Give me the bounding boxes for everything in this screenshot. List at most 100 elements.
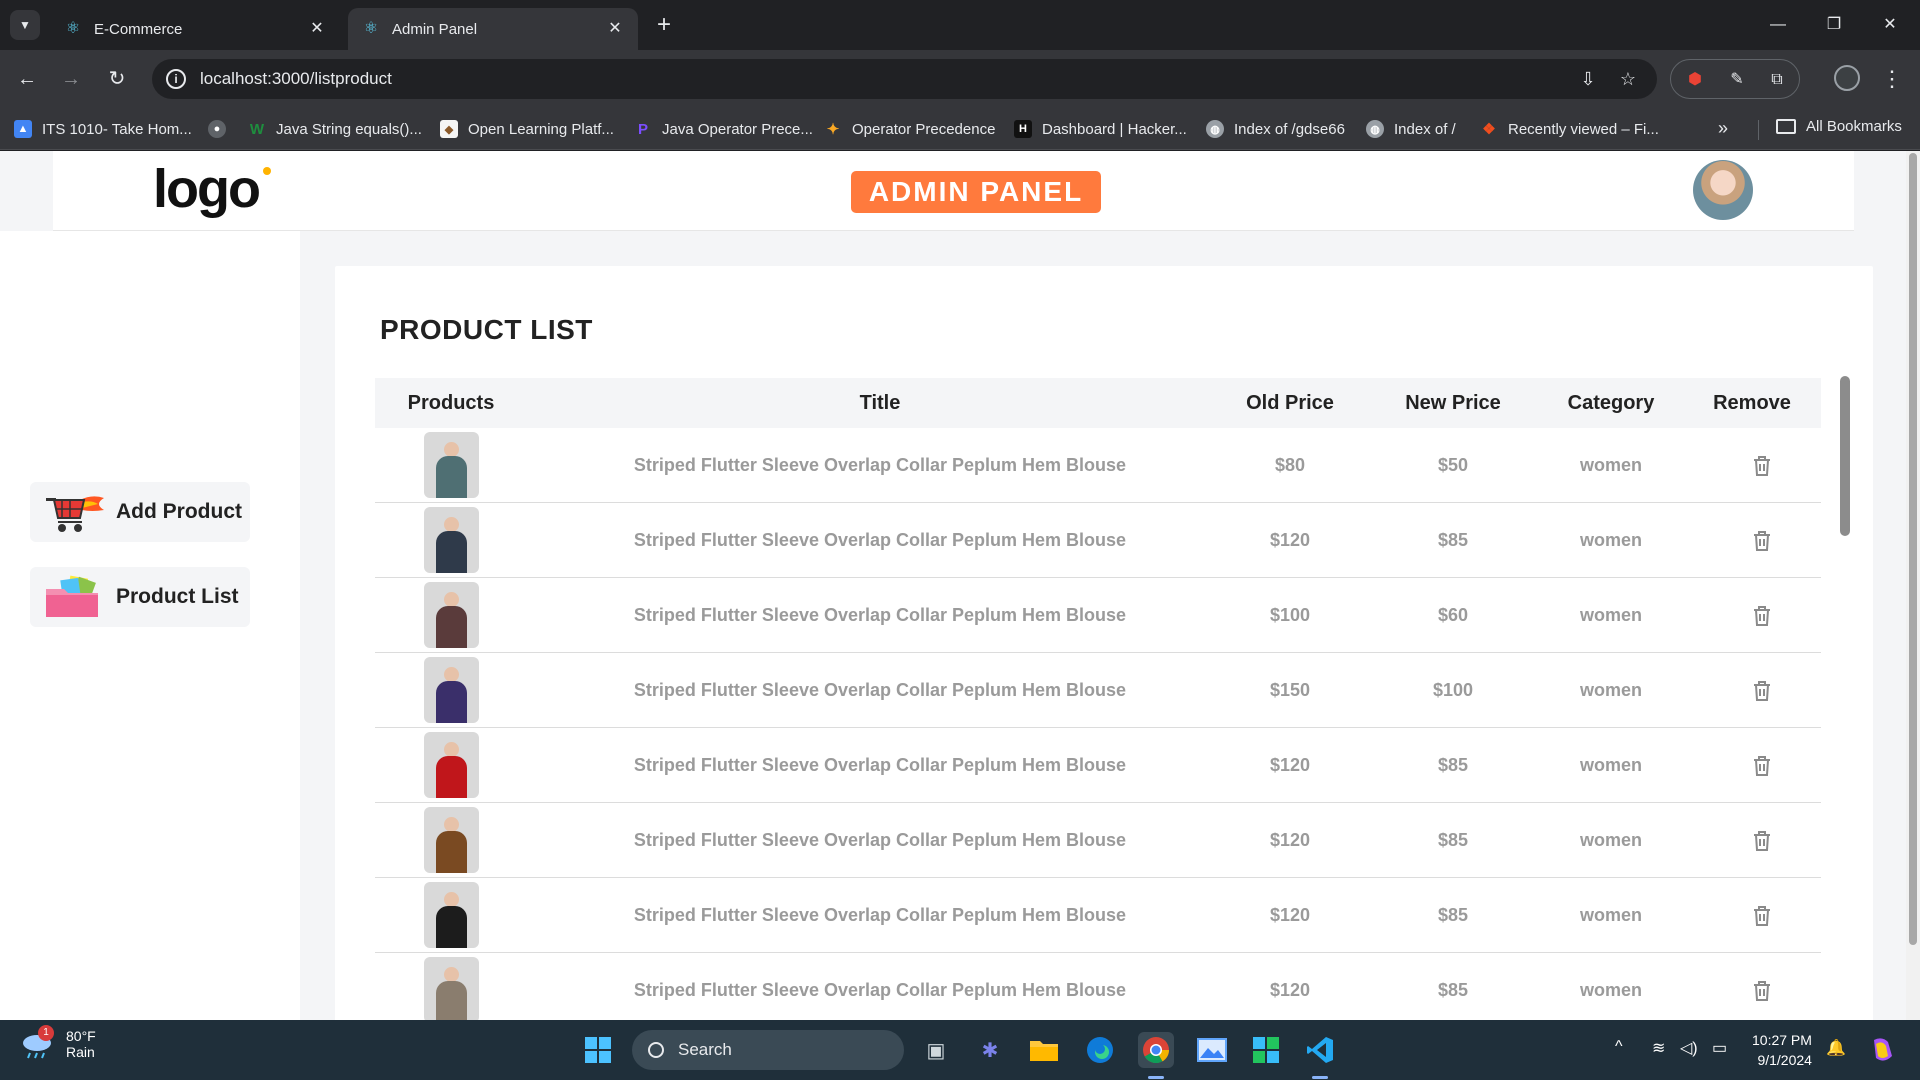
adblock-extension-icon[interactable]: ⬢ bbox=[1683, 68, 1707, 92]
tab-close-icon[interactable]: ✕ bbox=[606, 20, 624, 38]
bookmark-item[interactable]: ▲ ITS 1010- Take Hom... bbox=[14, 118, 192, 140]
bookmark-item[interactable]: ◍ Index of / bbox=[1366, 118, 1456, 140]
bookmark-star-icon[interactable]: ☆ bbox=[1617, 68, 1639, 90]
bookmark-item[interactable]: ● bbox=[208, 118, 236, 140]
system-clock[interactable]: 10:27 PM 9/1/2024 bbox=[1752, 1030, 1812, 1070]
product-old-price: $80 bbox=[1274, 455, 1306, 475]
task-view-icon[interactable]: ▣ bbox=[918, 1032, 954, 1068]
all-bookmarks-button[interactable]: All Bookmarks bbox=[1776, 118, 1902, 135]
bookmark-item[interactable]: ◆ Open Learning Platf... bbox=[440, 118, 614, 140]
admin-panel-badge: ADMIN PANEL bbox=[851, 171, 1101, 213]
sidebar-item-label: Add Product bbox=[116, 500, 242, 523]
github-bookmark-icon: ● bbox=[208, 120, 226, 138]
back-arrow-icon[interactable]: ← bbox=[12, 64, 42, 94]
product-thumbnail bbox=[424, 882, 479, 948]
page-scrollbar-thumb[interactable] bbox=[1909, 153, 1917, 945]
edge-browser-icon[interactable] bbox=[1082, 1032, 1118, 1068]
table-header: Products Title Old Price New Price Categ… bbox=[375, 378, 1821, 428]
tray-overflow-chevron-icon[interactable]: ^ bbox=[1615, 1038, 1623, 1056]
chrome-browser-icon[interactable] bbox=[1138, 1032, 1174, 1068]
model-head-shape bbox=[444, 817, 459, 832]
model-head-shape bbox=[444, 667, 459, 682]
sidebar-item-add-product[interactable]: Add Product bbox=[30, 482, 250, 542]
product-table-body: Striped Flutter Sleeve Overlap Collar Pe… bbox=[375, 428, 1821, 1020]
forward-arrow-icon[interactable]: → bbox=[56, 64, 86, 94]
table-row: Striped Flutter Sleeve Overlap Collar Pe… bbox=[375, 578, 1821, 653]
new-tab-plus-icon[interactable]: + bbox=[650, 12, 678, 40]
hackerrank-bookmark-icon: H bbox=[1014, 120, 1032, 138]
url-text[interactable]: localhost:3000/listproduct bbox=[200, 69, 392, 89]
vscode-active-indicator bbox=[1312, 1076, 1328, 1079]
model-body-shape bbox=[436, 981, 467, 1020]
weather-widget[interactable]: 1 80°F Rain bbox=[20, 1025, 96, 1060]
product-title: Striped Flutter Sleeve Overlap Collar Pe… bbox=[633, 905, 1127, 925]
column-header-new-price: New Price bbox=[1405, 392, 1501, 414]
extensions-puzzle-icon[interactable]: ⧉ bbox=[1765, 68, 1789, 92]
bookmark-item[interactable]: W Java String equals()... bbox=[248, 118, 422, 140]
address-bar[interactable]: i localhost:3000/listproduct ⇩ ☆ bbox=[152, 59, 1657, 99]
reload-icon[interactable]: ↻ bbox=[102, 64, 132, 94]
restore-icon[interactable]: ❐ bbox=[1814, 8, 1854, 42]
site-logo[interactable]: logo bbox=[153, 159, 271, 219]
learning-bookmark-icon: ◆ bbox=[440, 120, 458, 138]
product-new-price: $50 bbox=[1437, 455, 1469, 475]
page-title: PRODUCT LIST bbox=[380, 314, 593, 345]
tab-admin-panel[interactable]: ⚛ Admin Panel ✕ bbox=[348, 8, 638, 50]
app-grid-icon[interactable] bbox=[1248, 1032, 1284, 1068]
remove-trash-icon[interactable] bbox=[1750, 679, 1774, 703]
remove-trash-icon[interactable] bbox=[1750, 904, 1774, 928]
remove-trash-icon[interactable] bbox=[1750, 454, 1774, 478]
remove-trash-icon[interactable] bbox=[1750, 979, 1774, 1003]
volume-icon[interactable]: ◁) bbox=[1680, 1038, 1698, 1058]
minimize-icon[interactable]: — bbox=[1758, 8, 1798, 42]
copilot-icon[interactable] bbox=[1864, 1032, 1900, 1068]
column-header-category: Category bbox=[1567, 392, 1655, 414]
bookmark-item[interactable]: ◍ Index of /gdse66 bbox=[1206, 118, 1345, 140]
logo-text: logo bbox=[153, 159, 261, 219]
user-avatar[interactable] bbox=[1693, 160, 1753, 220]
windows-start-icon[interactable] bbox=[580, 1032, 616, 1068]
sidebar-item-product-list[interactable]: Product List bbox=[30, 567, 250, 627]
site-info-icon[interactable]: i bbox=[166, 69, 186, 89]
remove-trash-icon[interactable] bbox=[1750, 754, 1774, 778]
remove-trash-icon[interactable] bbox=[1750, 829, 1774, 853]
remove-trash-icon[interactable] bbox=[1750, 604, 1774, 628]
bookmark-item[interactable]: P Java Operator Prece... bbox=[634, 118, 813, 140]
install-app-icon[interactable]: ⇩ bbox=[1577, 68, 1599, 90]
remove-trash-icon[interactable] bbox=[1750, 529, 1774, 553]
bookmark-item[interactable]: ❖ Recently viewed – Fi... bbox=[1480, 118, 1659, 140]
product-category: women bbox=[1579, 605, 1642, 625]
product-old-price: $120 bbox=[1269, 980, 1311, 1000]
figma-bookmark-icon: ❖ bbox=[1482, 121, 1496, 138]
profile-avatar-icon[interactable] bbox=[1834, 65, 1860, 91]
wifi-icon[interactable]: ≋ bbox=[1652, 1038, 1665, 1058]
browser-menu-icon[interactable]: ⋮ bbox=[1880, 64, 1904, 94]
bookmark-item[interactable]: H Dashboard | Hacker... bbox=[1014, 118, 1187, 140]
tab-e-commerce[interactable]: ⚛ E-Commerce ✕ bbox=[50, 8, 340, 50]
product-new-price: $85 bbox=[1437, 530, 1469, 550]
operator-bookmark-icon: P bbox=[637, 120, 648, 138]
bookmarks-overflow-icon[interactable]: » bbox=[1718, 118, 1728, 139]
photos-app-icon[interactable] bbox=[1194, 1032, 1230, 1068]
product-thumbnail bbox=[424, 657, 479, 723]
close-window-icon[interactable]: ✕ bbox=[1870, 8, 1910, 42]
color-picker-extension-icon[interactable]: ✎ bbox=[1725, 68, 1749, 92]
search-icon bbox=[648, 1042, 664, 1058]
table-scrollbar-thumb[interactable] bbox=[1840, 376, 1850, 536]
page-scrollbar[interactable] bbox=[1906, 151, 1920, 1020]
file-explorer-icon[interactable] bbox=[1026, 1032, 1062, 1068]
tab-close-icon[interactable]: ✕ bbox=[308, 20, 326, 38]
bookmark-label: Index of /gdse66 bbox=[1234, 120, 1345, 138]
bookmark-item[interactable]: ✦ Operator Precedence bbox=[824, 118, 996, 140]
product-old-price: $120 bbox=[1269, 755, 1311, 775]
product-thumbnail bbox=[424, 732, 479, 798]
tab-search-chevron-icon[interactable]: ▼ bbox=[10, 10, 40, 40]
notification-bell-icon[interactable]: 🔔 bbox=[1826, 1038, 1846, 1058]
sidebar: Add Product Product List bbox=[0, 231, 300, 1020]
vscode-icon[interactable] bbox=[1302, 1032, 1338, 1068]
product-new-price: $85 bbox=[1437, 755, 1469, 775]
weather-temperature: 80°F bbox=[66, 1028, 96, 1044]
taskbar-search[interactable]: Search bbox=[632, 1030, 904, 1070]
teams-icon[interactable]: ✱ bbox=[972, 1032, 1008, 1068]
battery-icon[interactable]: ▭ bbox=[1712, 1038, 1727, 1058]
